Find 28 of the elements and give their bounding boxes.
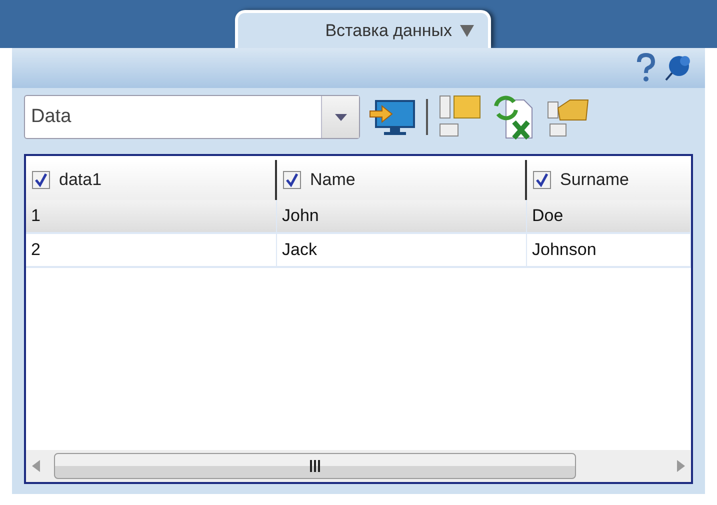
monitor-arrow-icon[interactable]: [368, 97, 416, 137]
checkbox[interactable]: [533, 171, 551, 189]
source-combobox[interactable]: Data: [24, 95, 360, 139]
dropdown-button[interactable]: [321, 96, 359, 138]
table-cell[interactable]: 1: [26, 200, 277, 234]
table-cell[interactable]: Jack: [277, 234, 527, 268]
checkbox[interactable]: [32, 171, 50, 189]
scroll-right-icon[interactable]: [677, 460, 685, 472]
source-field[interactable]: Data: [25, 96, 321, 138]
table-cell[interactable]: 2: [26, 234, 277, 268]
help-icon[interactable]: [635, 53, 657, 83]
tab[interactable]: Вставка данных: [235, 10, 491, 48]
column-label: data1: [59, 170, 102, 190]
column-header[interactable]: Name: [277, 160, 527, 200]
column-label: Surname: [560, 170, 629, 190]
table-cell[interactable]: Doe: [527, 200, 691, 234]
column-header[interactable]: data1: [26, 160, 277, 200]
scrollbar-thumb[interactable]: [54, 453, 576, 479]
caret-icon: [334, 114, 346, 120]
dropdown-arrow-icon: [460, 24, 474, 36]
table-cell[interactable]: John: [277, 200, 527, 234]
table-cell[interactable]: Johnson: [527, 234, 691, 268]
horizontal-scrollbar[interactable]: [26, 450, 691, 482]
column-label: Name: [310, 170, 356, 190]
grip-icon: [309, 459, 321, 473]
pin-icon[interactable]: [663, 53, 693, 83]
scroll-left-icon[interactable]: [32, 460, 40, 472]
checkbox[interactable]: [283, 171, 301, 189]
